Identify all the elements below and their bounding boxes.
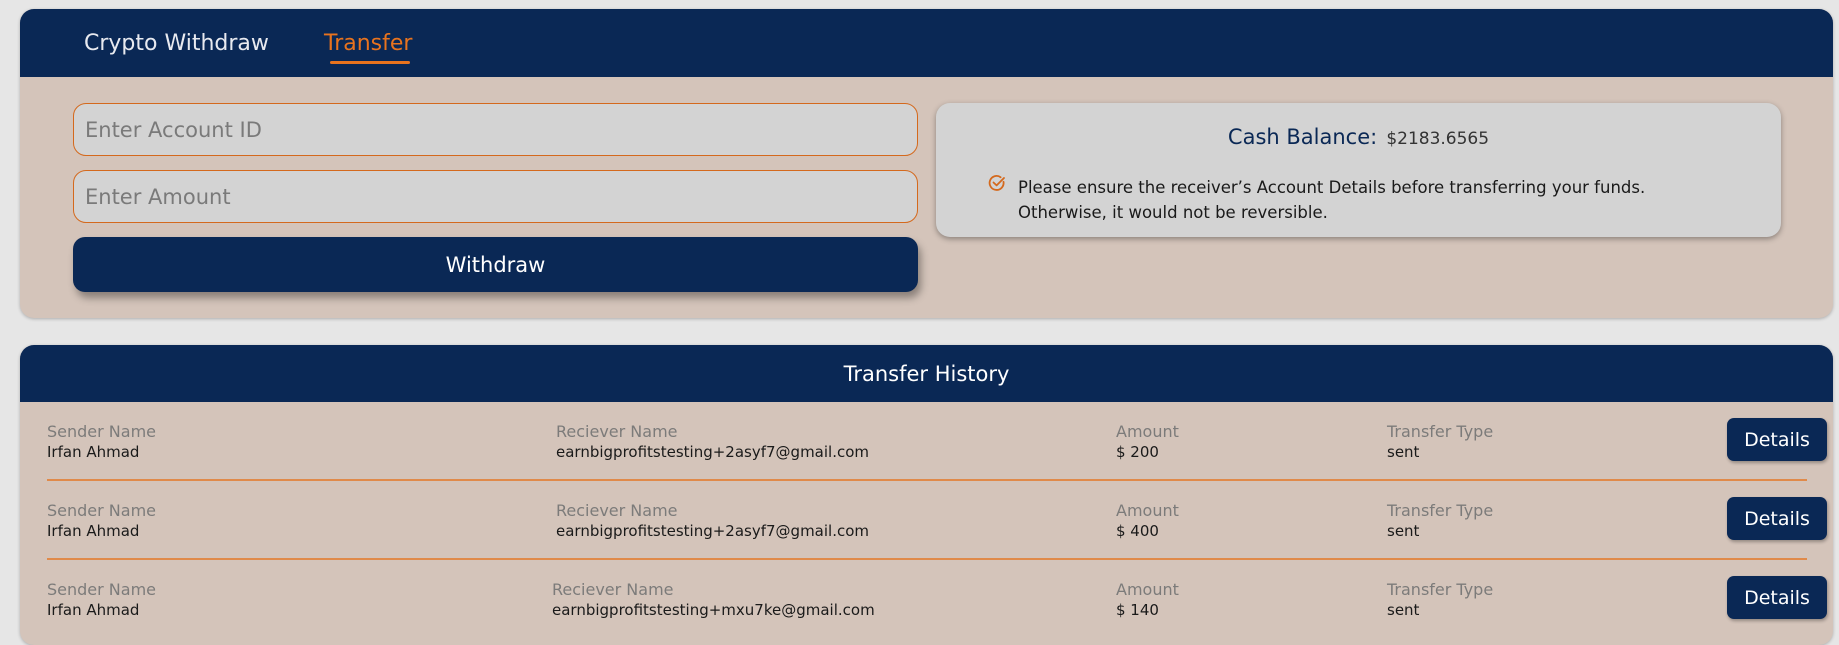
sender-cell: Sender Name Irfan Ahmad <box>47 422 156 461</box>
type-value: sent <box>1387 522 1420 540</box>
sender-value: Irfan Ahmad <box>47 443 140 461</box>
amount-label: Amount <box>1116 501 1179 520</box>
amount-value: $ 400 <box>1116 522 1159 540</box>
type-cell: Transfer Type sent <box>1387 580 1493 619</box>
tab-bar: Crypto Withdraw Transfer <box>20 9 1833 77</box>
account-id-input[interactable] <box>73 103 918 156</box>
type-value: sent <box>1387 443 1420 461</box>
receiver-value: earnbigprofitstesting+2asyf7@gmail.com <box>556 443 870 461</box>
active-tab-indicator <box>330 61 410 64</box>
type-cell: Transfer Type sent <box>1387 501 1493 540</box>
history-header: Transfer History <box>20 345 1833 402</box>
tab-crypto-withdraw[interactable]: Crypto Withdraw <box>84 31 269 56</box>
receiver-cell: Reciever Name earnbigprofitstesting+2asy… <box>556 501 869 540</box>
sender-value: Irfan Ahmad <box>47 522 140 540</box>
amount-value: $ 200 <box>1116 443 1159 461</box>
amount-cell: Amount $ 140 <box>1116 580 1179 619</box>
check-circle-icon <box>988 174 1006 192</box>
sender-cell: Sender Name Irfan Ahmad <box>47 501 156 540</box>
amount-cell: Amount $ 200 <box>1116 422 1179 461</box>
details-button[interactable]: Details <box>1727 497 1827 540</box>
receiver-value: earnbigprofitstesting+mxu7ke@gmail.com <box>552 601 875 619</box>
type-value: sent <box>1387 601 1420 619</box>
amount-label: Amount <box>1116 422 1179 441</box>
receiver-label: Reciever Name <box>556 501 678 520</box>
type-cell: Transfer Type sent <box>1387 422 1493 461</box>
history-title: Transfer History <box>843 361 1010 386</box>
cash-balance-card: Cash Balance: $2183.6565 Please ensure t… <box>936 103 1781 237</box>
table-row: Sender Name Irfan Ahmad Reciever Name ea… <box>47 560 1827 639</box>
cash-balance-value: $2183.6565 <box>1386 129 1490 149</box>
receiver-label: Reciever Name <box>556 422 678 441</box>
cash-balance-line: Cash Balance: $2183.6565 <box>936 125 1781 149</box>
tab-transfer[interactable]: Transfer <box>324 31 412 56</box>
receiver-value: earnbigprofitstesting+2asyf7@gmail.com <box>556 522 870 540</box>
cash-balance-label: Cash Balance: <box>1227 125 1378 149</box>
sender-cell: Sender Name Irfan Ahmad <box>47 580 156 619</box>
amount-cell: Amount $ 400 <box>1116 501 1179 540</box>
type-label: Transfer Type <box>1387 580 1494 599</box>
type-label: Transfer Type <box>1387 422 1494 441</box>
transfer-notice: Please ensure the receiver’s Account Det… <box>1018 175 1738 225</box>
sender-label: Sender Name <box>47 501 157 520</box>
amount-value: $ 140 <box>1116 601 1159 619</box>
sender-value: Irfan Ahmad <box>47 601 140 619</box>
receiver-cell: Reciever Name earnbigprofitstesting+mxu7… <box>552 580 875 619</box>
transfer-panel: Crypto Withdraw Transfer Withdraw Cash B… <box>20 9 1833 318</box>
notice-line-1: Please ensure the receiver’s Account Det… <box>1018 178 1646 197</box>
amount-label: Amount <box>1116 580 1179 599</box>
transfer-history-panel: Transfer History Sender Name Irfan Ahmad… <box>20 345 1833 645</box>
details-button[interactable]: Details <box>1727 418 1827 461</box>
table-row: Sender Name Irfan Ahmad Reciever Name ea… <box>47 481 1827 560</box>
amount-input[interactable] <box>73 170 918 223</box>
withdraw-button[interactable]: Withdraw <box>73 237 918 292</box>
table-row: Sender Name Irfan Ahmad Reciever Name ea… <box>47 402 1827 481</box>
details-button[interactable]: Details <box>1727 576 1827 619</box>
type-label: Transfer Type <box>1387 501 1494 520</box>
sender-label: Sender Name <box>47 580 157 599</box>
notice-line-2: Otherwise, it would not be reversible. <box>1018 203 1328 222</box>
receiver-label: Reciever Name <box>552 580 674 599</box>
receiver-cell: Reciever Name earnbigprofitstesting+2asy… <box>556 422 869 461</box>
sender-label: Sender Name <box>47 422 157 441</box>
